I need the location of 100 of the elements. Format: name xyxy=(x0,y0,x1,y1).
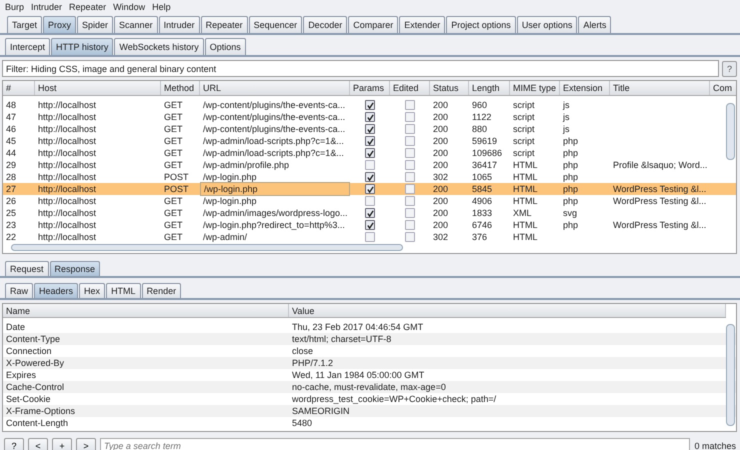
table-cell: 22 xyxy=(6,232,16,242)
table-row[interactable]: 22 http://localhost GET /wp-admin/ 302 376 HTML xyxy=(3,231,736,243)
table-cell: 4906 xyxy=(472,196,492,206)
tab[interactable]: Intercept xyxy=(5,38,50,55)
column-header[interactable]: Host xyxy=(35,81,161,95)
table-cell: http://localhost xyxy=(38,136,96,146)
table-cell: HTML xyxy=(513,160,538,170)
table-cell: /wp-admin/load-scripts.php?c=1&... xyxy=(203,136,344,146)
table-cell: /wp-login.php?redirect_to=http%3... xyxy=(203,220,345,230)
table-cell: WordPress Testing &l... xyxy=(613,184,706,194)
column-header[interactable]: Params xyxy=(350,81,390,95)
table-row[interactable]: 25 http://localhost GET /wp-admin/images/wordpress-logo... 200 1833 XML svg xyxy=(3,207,736,219)
tab[interactable]: Extender xyxy=(399,16,446,33)
table-row[interactable]: 48 http://localhost GET /wp-content/plugins/the-events-ca... 200 960 script js xyxy=(3,99,736,111)
tab[interactable]: Target xyxy=(7,16,42,33)
table-cell: text/html; charset=UTF-8 xyxy=(292,334,392,344)
table-row[interactable]: 26 http://localhost GET /wp-login.php 200 4906 HTML php WordPress Testing &l... xyxy=(3,195,736,207)
table-cell: http://localhost xyxy=(38,196,96,206)
column-header[interactable]: Title xyxy=(610,81,710,95)
table-cell: Wed, 11 Jan 1984 05:00:00 GMT xyxy=(292,370,424,380)
table-cell: http://localhost xyxy=(38,232,96,242)
tab[interactable]: WebSockets history xyxy=(114,38,204,55)
tab[interactable]: HTTP history xyxy=(51,38,114,55)
table-cell: no-cache, must-revalidate, max-age=0 xyxy=(292,382,446,392)
table-row[interactable]: 45 http://localhost GET /wp-admin/load-scripts.php?c=1&... 200 59619 script php xyxy=(3,135,736,147)
search-nav-button[interactable]: ? xyxy=(4,438,24,450)
table-row[interactable]: 44 http://localhost GET /wp-admin/load-scripts.php?c=1&... 200 109686 script php xyxy=(3,147,736,159)
table-cell: Expires xyxy=(6,370,36,380)
column-header[interactable]: URL xyxy=(200,81,350,95)
table-cell: http://localhost xyxy=(38,160,96,170)
column-header[interactable]: # xyxy=(3,81,35,95)
tab[interactable]: Decoder xyxy=(303,16,348,33)
column-header[interactable]: Status xyxy=(430,81,469,95)
table-cell: http://localhost xyxy=(38,124,96,134)
column-header[interactable]: Value xyxy=(289,304,726,317)
menu-item[interactable]: Help xyxy=(152,2,171,12)
match-count: 0 matches xyxy=(694,440,736,450)
table-cell: POST xyxy=(164,184,189,194)
tab[interactable]: User options xyxy=(516,16,578,33)
tab[interactable]: Alerts xyxy=(578,16,612,33)
table-row[interactable]: 28 http://localhost POST /wp-login.php 302 1065 HTML php xyxy=(3,171,736,183)
tab[interactable]: Comparer xyxy=(348,16,398,33)
tab[interactable]: Response xyxy=(50,261,100,276)
table-cell: http://localhost xyxy=(38,184,96,194)
column-header[interactable]: Edited xyxy=(390,81,430,95)
tab[interactable]: Repeater xyxy=(200,16,248,33)
column-header[interactable]: Method xyxy=(161,81,200,95)
menu-item[interactable]: Burp xyxy=(5,2,24,12)
tab[interactable]: Headers xyxy=(34,283,78,298)
table-cell: 36417 xyxy=(472,160,498,170)
column-header[interactable]: Extension xyxy=(560,81,610,95)
table-cell: HTML xyxy=(513,196,538,206)
vertical-scrollbar[interactable] xyxy=(726,103,735,160)
tab[interactable]: Project options xyxy=(446,16,516,33)
table-cell: GET xyxy=(164,196,183,206)
tab[interactable]: Spider xyxy=(77,16,114,33)
table-row[interactable]: 46 http://localhost GET /wp-content/plugins/the-events-ca... 200 880 script js xyxy=(3,123,736,135)
help-button[interactable]: ? xyxy=(722,60,737,76)
tab[interactable]: Raw xyxy=(5,283,34,298)
tab[interactable]: Intruder xyxy=(158,16,200,33)
table-cell: svg xyxy=(563,208,578,218)
table-cell: 200 xyxy=(433,100,448,110)
table-row[interactable]: 23 http://localhost GET /wp-login.php?redirect_to=http%3... 200 6746 HTML php WordPress Testing &l... xyxy=(3,219,736,231)
table-row[interactable]: 27 http://localhost POST /wp-login.php 200 5845 HTML php WordPress Testing &l... xyxy=(3,183,736,195)
table-cell: WordPress Testing &l... xyxy=(613,220,706,230)
table-cell: http://localhost xyxy=(38,112,96,122)
table-row[interactable]: 47 http://localhost GET /wp-content/plugins/the-events-ca... 200 1122 script js xyxy=(3,111,736,123)
table-cell: GET xyxy=(164,124,183,134)
table-cell: 200 xyxy=(433,208,448,218)
table-cell: script xyxy=(513,136,535,146)
table-cell: script xyxy=(513,100,535,110)
search-field[interactable]: Type a search term xyxy=(100,438,690,450)
table-cell: HTML xyxy=(513,184,538,194)
column-header[interactable]: Com xyxy=(710,81,736,95)
menu-item[interactable]: Window xyxy=(113,2,146,12)
table-cell: /wp-content/plugins/the-events-ca... xyxy=(203,100,346,110)
tab[interactable]: Scanner xyxy=(114,16,158,33)
tab[interactable]: Hex xyxy=(79,283,106,298)
table-cell: script xyxy=(513,124,535,134)
tab[interactable]: Sequencer xyxy=(248,16,302,33)
search-nav-button[interactable]: + xyxy=(52,438,72,450)
column-header[interactable]: MIME type xyxy=(510,81,560,95)
tab[interactable]: Proxy xyxy=(43,16,76,33)
menu-item[interactable]: Repeater xyxy=(69,2,106,12)
tab[interactable]: Render xyxy=(142,283,182,298)
menu-item[interactable]: Intruder xyxy=(31,2,62,12)
search-nav-button[interactable]: < xyxy=(28,438,48,450)
table-cell: 960 xyxy=(472,100,488,110)
tab[interactable]: Options xyxy=(204,38,246,55)
vertical-scrollbar[interactable] xyxy=(726,324,735,426)
horizontal-scrollbar[interactable] xyxy=(11,244,403,251)
table-row[interactable]: 29 http://localhost GET /wp-admin/profile.php 200 36417 HTML php Profile &lsaquo; Word... xyxy=(3,159,736,171)
tab[interactable]: Request xyxy=(5,261,49,276)
table-cell: 200 xyxy=(433,136,448,146)
tab[interactable]: HTML xyxy=(106,283,141,298)
filter-bar[interactable]: Filter: Hiding CSS, image and general binary content xyxy=(2,60,719,77)
search-nav-button[interactable]: > xyxy=(76,438,96,450)
column-header[interactable]: Length xyxy=(469,81,510,95)
column-header[interactable]: Name xyxy=(3,304,289,317)
table-cell: X-Powered-By xyxy=(6,358,64,368)
